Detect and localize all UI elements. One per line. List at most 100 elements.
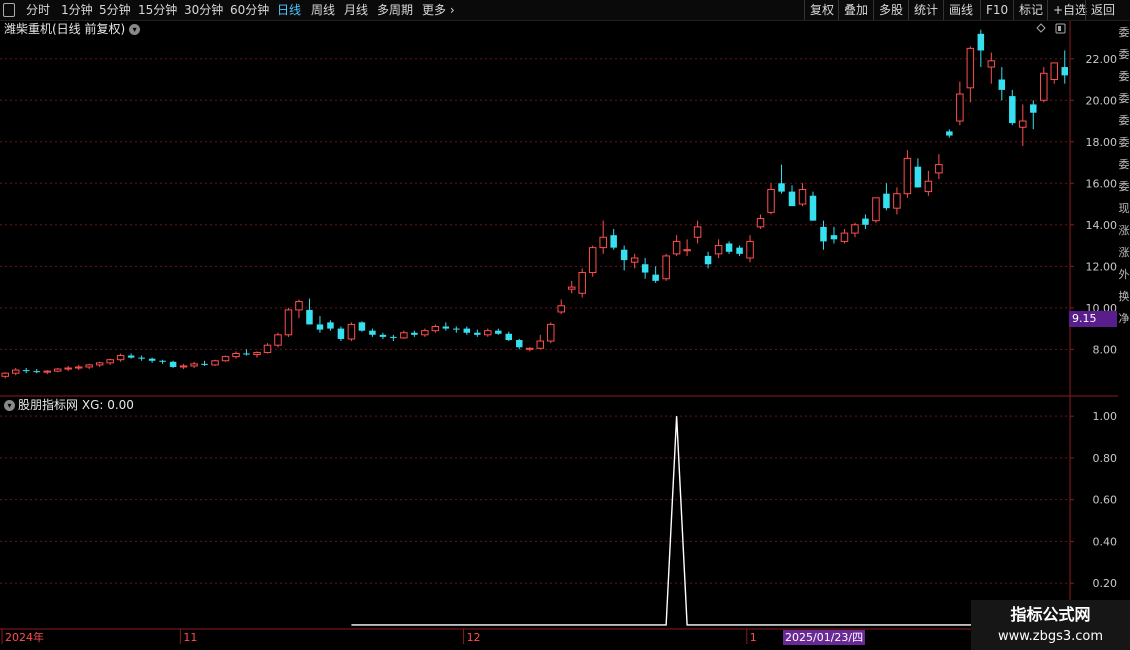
candle-body <box>693 226 702 238</box>
candle-body <box>946 131 953 136</box>
candle-body <box>474 332 481 335</box>
candle-body <box>620 249 628 261</box>
candle-body <box>1009 96 1016 124</box>
candle-body <box>411 332 418 335</box>
candle <box>830 226 838 244</box>
main-y-tick-label: 14.00 <box>1086 219 1118 232</box>
candle-body <box>610 235 617 248</box>
candle <box>11 368 20 376</box>
candle <box>159 359 166 364</box>
candle <box>883 183 890 211</box>
candle-body <box>116 355 125 361</box>
candle-body <box>190 363 198 367</box>
candle <box>557 299 565 315</box>
candle <box>683 239 691 256</box>
candle <box>400 330 408 339</box>
candle-body <box>798 189 807 205</box>
candle <box>284 307 293 337</box>
candle <box>53 368 62 373</box>
candle-body <box>1040 72 1048 101</box>
candle <box>421 328 429 337</box>
candle-body <box>295 301 303 311</box>
candle-body <box>495 330 502 334</box>
candle-body <box>400 332 408 339</box>
quote-panel-label: 现 <box>1118 202 1130 215</box>
candle <box>872 197 880 223</box>
candle <box>179 363 188 370</box>
candle-body <box>179 365 188 368</box>
candle-body <box>557 305 565 313</box>
candle <box>316 316 324 333</box>
candle-body <box>232 352 240 358</box>
candle <box>536 334 544 350</box>
indicator-y-tick-label: 0.20 <box>1093 577 1118 590</box>
candle <box>190 361 198 369</box>
maximize-icon-inner <box>1058 26 1061 31</box>
quote-panel-label: 委 <box>1118 114 1130 127</box>
candle-body <box>201 363 208 365</box>
candle-body <box>379 334 387 337</box>
quote-panel-label: 委 <box>1118 92 1130 105</box>
main-y-tick-label: 22.00 <box>1086 53 1118 66</box>
candle-body <box>588 247 597 274</box>
candle-body <box>43 370 51 373</box>
candle-body <box>53 368 62 372</box>
quote-panel-label: 委 <box>1118 70 1130 83</box>
candle <box>851 222 859 238</box>
quote-panel-label: 净 <box>1118 312 1130 325</box>
cursor-date-tag: 2025/01/23/四 <box>783 630 866 645</box>
candle <box>337 326 345 342</box>
candle <box>43 370 51 375</box>
candle <box>778 164 785 194</box>
candle-body <box>431 326 440 332</box>
candle <box>243 349 250 356</box>
candle <box>714 239 723 259</box>
main-y-tick-label: 20.00 <box>1086 94 1118 107</box>
candle-body <box>274 334 282 346</box>
candle-body <box>883 193 890 209</box>
quote-panel-label: 涨 <box>1118 246 1130 259</box>
candle <box>798 183 807 207</box>
candle-body <box>284 309 293 336</box>
candle <box>116 353 125 362</box>
candle-body <box>704 255 712 265</box>
candle-body <box>862 218 869 225</box>
quote-panel-strip: 委委委委委委委委现涨涨外换净 <box>1118 20 1130 420</box>
stock-chart[interactable]: 8.0010.0012.0014.0016.0018.0020.0022.000… <box>0 0 1130 650</box>
indicator-y-tick-label: 0.60 <box>1093 494 1118 507</box>
candle-body <box>1061 67 1069 76</box>
main-y-tick-label: 12.00 <box>1086 260 1118 273</box>
time-axis-label: 1 <box>750 631 757 644</box>
time-axis-label: 2024年 <box>5 630 44 644</box>
candle <box>347 322 356 342</box>
candle <box>736 245 743 256</box>
candle-body <box>977 33 985 51</box>
time-axis-label: 11 <box>183 631 197 644</box>
candle <box>599 220 607 254</box>
candle <box>977 29 985 68</box>
candle-body <box>820 226 827 242</box>
candle-body <box>683 249 691 252</box>
candle-body <box>169 361 177 367</box>
candle <box>106 358 114 365</box>
quote-panel-label: 委 <box>1118 136 1130 149</box>
candle <box>946 129 953 138</box>
candle <box>1009 89 1016 126</box>
candle <box>788 185 796 207</box>
quote-panel-label: 委 <box>1118 158 1130 171</box>
candle <box>567 280 576 294</box>
candle-body <box>148 358 156 361</box>
candle-body <box>138 357 145 359</box>
candle-body <box>599 236 607 249</box>
candle <box>1061 50 1069 84</box>
candle-body <box>840 232 849 242</box>
candle <box>453 326 460 333</box>
candle <box>746 235 754 263</box>
candle-body <box>567 286 576 290</box>
candle <box>358 321 366 332</box>
candle <box>725 241 733 254</box>
candle <box>148 357 156 363</box>
candle-body <box>998 79 1006 90</box>
xg-indicator-line <box>351 416 1065 626</box>
candle-body <box>778 183 785 192</box>
